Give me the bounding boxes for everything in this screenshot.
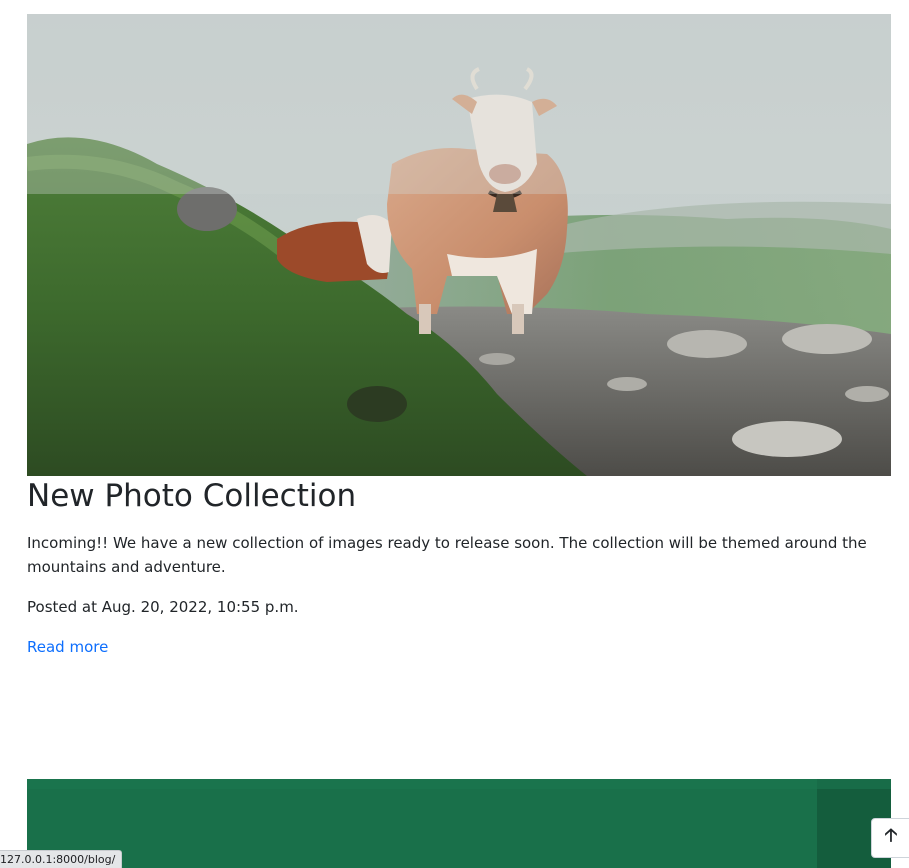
post-image[interactable]: [27, 14, 891, 476]
arrow-up-icon: 🡡: [884, 825, 898, 846]
next-post-image[interactable]: [27, 779, 891, 868]
post-excerpt: Incoming!! We have a new collection of i…: [27, 534, 867, 576]
blog-page: New Photo Collection Incoming!! We have …: [0, 0, 909, 868]
post-title: New Photo Collection: [27, 478, 357, 514]
back-to-top-button[interactable]: 🡡: [871, 818, 909, 858]
status-bar-url: 127.0.0.1:8000/blog/: [0, 850, 123, 868]
green-wall-photo: [27, 779, 891, 868]
read-more-link[interactable]: Read more: [27, 635, 108, 659]
post-date: Posted at Aug. 20, 2022, 10:55 p.m.: [27, 598, 299, 616]
cows-photo: [27, 14, 891, 476]
